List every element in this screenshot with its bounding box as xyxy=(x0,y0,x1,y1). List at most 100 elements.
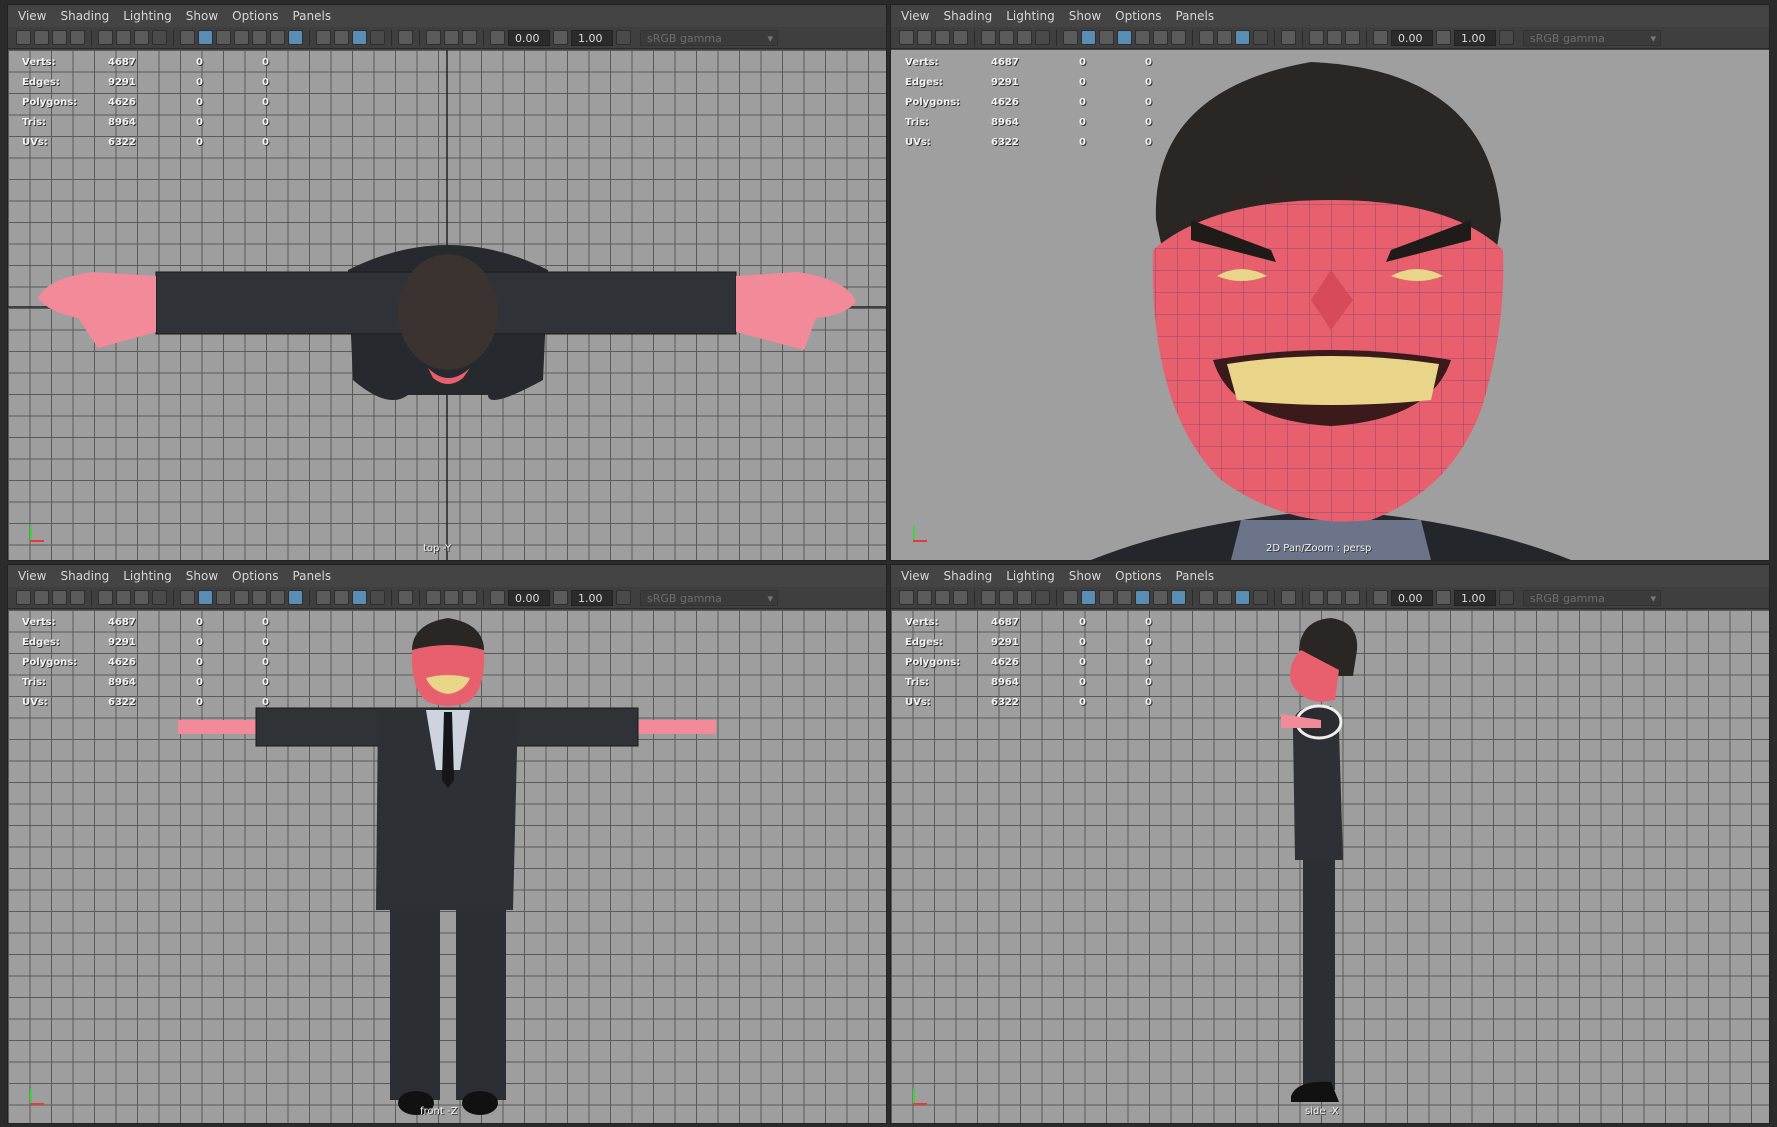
smooth-shade-icon[interactable] xyxy=(1081,30,1096,45)
menu-view[interactable]: View xyxy=(18,9,46,23)
menu-options[interactable]: Options xyxy=(1115,9,1161,23)
menu-lighting[interactable]: Lighting xyxy=(1006,569,1055,583)
light-icon[interactable] xyxy=(1153,30,1168,45)
menu-lighting[interactable]: Lighting xyxy=(123,569,172,583)
resolution-gate-icon[interactable] xyxy=(134,590,149,605)
default-material-icon[interactable] xyxy=(1099,30,1114,45)
film-gate-icon[interactable] xyxy=(999,30,1014,45)
exposure-field[interactable]: 0.00 xyxy=(508,29,550,46)
menu-lighting[interactable]: Lighting xyxy=(123,9,172,23)
menu-show[interactable]: Show xyxy=(186,9,218,23)
panel-top[interactable]: View Shading Lighting Show Options Panel… xyxy=(7,4,887,561)
grid-icon[interactable] xyxy=(981,590,996,605)
texture-icon[interactable] xyxy=(1135,590,1150,605)
camera-attributes-icon[interactable] xyxy=(34,590,49,605)
xray-joints-icon[interactable] xyxy=(370,30,385,45)
menu-view[interactable]: View xyxy=(18,569,46,583)
safe-action-icon[interactable] xyxy=(462,30,477,45)
xray-joints-icon[interactable] xyxy=(370,590,385,605)
viewport-top[interactable]: Verts: 4687 0 0 Edges: 9291 0 0 Polygons: 4626 0… xyxy=(8,50,886,560)
motion-blur-icon[interactable] xyxy=(1217,30,1232,45)
camera-attributes-icon[interactable] xyxy=(917,590,932,605)
view-transform-select[interactable]: sRGB gamma xyxy=(1523,589,1661,607)
menu-show[interactable]: Show xyxy=(186,569,218,583)
wireframe-on-shaded-icon[interactable] xyxy=(1117,30,1132,45)
gate-mask-icon[interactable] xyxy=(1035,590,1050,605)
camera-mask-icon[interactable] xyxy=(426,30,441,45)
texture-icon[interactable] xyxy=(252,590,267,605)
exposure-icon[interactable] xyxy=(1373,30,1388,45)
film-gate-icon[interactable] xyxy=(999,590,1014,605)
gamma-field[interactable]: 1.00 xyxy=(1454,29,1496,46)
motion-blur-icon[interactable] xyxy=(1217,590,1232,605)
xray-joints-icon[interactable] xyxy=(1253,590,1268,605)
gate-mask-icon[interactable] xyxy=(152,590,167,605)
menu-panels[interactable]: Panels xyxy=(292,9,331,23)
image-plane-icon[interactable] xyxy=(70,590,85,605)
color-management-icon[interactable] xyxy=(1499,30,1514,45)
gamma-field[interactable]: 1.00 xyxy=(571,29,613,46)
ambient-occlusion-icon[interactable] xyxy=(1199,590,1214,605)
view-transform-select[interactable]: sRGB gamma xyxy=(640,589,778,607)
shadow-icon[interactable] xyxy=(1171,30,1186,45)
resolution-gate-icon[interactable] xyxy=(1017,590,1032,605)
ambient-occlusion-icon[interactable] xyxy=(316,30,331,45)
camera-icon[interactable] xyxy=(16,590,31,605)
motion-blur-icon[interactable] xyxy=(334,590,349,605)
shadow-icon[interactable] xyxy=(288,590,303,605)
grid-icon[interactable] xyxy=(981,30,996,45)
default-material-icon[interactable] xyxy=(216,590,231,605)
panel-side[interactable]: View Shading Lighting Show Options Panel… xyxy=(890,564,1770,1124)
resolution-gate-icon[interactable] xyxy=(134,30,149,45)
color-management-icon[interactable] xyxy=(616,590,631,605)
exposure-icon[interactable] xyxy=(490,590,505,605)
menu-lighting[interactable]: Lighting xyxy=(1006,9,1055,23)
smooth-shade-icon[interactable] xyxy=(198,30,213,45)
menu-view[interactable]: View xyxy=(901,569,929,583)
safe-action-icon[interactable] xyxy=(1345,590,1360,605)
wireframe-on-shaded-icon[interactable] xyxy=(1117,590,1132,605)
image-plane-icon[interactable] xyxy=(70,30,85,45)
default-material-icon[interactable] xyxy=(216,30,231,45)
exposure-field[interactable]: 0.00 xyxy=(1391,589,1433,606)
film-gate-icon[interactable] xyxy=(116,30,131,45)
film-gate-icon[interactable] xyxy=(116,590,131,605)
camera-mask-icon[interactable] xyxy=(1309,590,1324,605)
viewport-persp[interactable]: Verts: 4687 0 0 Edges: 9291 0 0 Polygons: 4626 0… xyxy=(891,50,1769,560)
bookmark-icon[interactable] xyxy=(935,30,950,45)
field-chart-icon[interactable] xyxy=(444,30,459,45)
isolate-icon[interactable] xyxy=(398,30,413,45)
menu-show[interactable]: Show xyxy=(1069,569,1101,583)
grid-icon[interactable] xyxy=(98,30,113,45)
isolate-icon[interactable] xyxy=(1281,590,1296,605)
menu-panels[interactable]: Panels xyxy=(292,569,331,583)
camera-icon[interactable] xyxy=(899,590,914,605)
gamma-field[interactable]: 1.00 xyxy=(1454,589,1496,606)
gamma-icon[interactable] xyxy=(1436,30,1451,45)
bookmark-icon[interactable] xyxy=(52,30,67,45)
camera-icon[interactable] xyxy=(899,30,914,45)
menu-shading[interactable]: Shading xyxy=(60,9,109,23)
menu-show[interactable]: Show xyxy=(1069,9,1101,23)
exposure-field[interactable]: 0.00 xyxy=(1391,29,1433,46)
camera-mask-icon[interactable] xyxy=(426,590,441,605)
view-transform-select[interactable]: sRGB gamma xyxy=(1523,29,1661,47)
menu-options[interactable]: Options xyxy=(1115,569,1161,583)
field-chart-icon[interactable] xyxy=(1327,590,1342,605)
safe-action-icon[interactable] xyxy=(1345,30,1360,45)
menu-view[interactable]: View xyxy=(901,9,929,23)
color-management-icon[interactable] xyxy=(616,30,631,45)
image-plane-icon[interactable] xyxy=(953,30,968,45)
xray-icon[interactable] xyxy=(352,590,367,605)
xray-joints-icon[interactable] xyxy=(1253,30,1268,45)
light-icon[interactable] xyxy=(270,590,285,605)
menu-shading[interactable]: Shading xyxy=(60,569,109,583)
light-icon[interactable] xyxy=(270,30,285,45)
ambient-occlusion-icon[interactable] xyxy=(316,590,331,605)
camera-attributes-icon[interactable] xyxy=(917,30,932,45)
shadow-icon[interactable] xyxy=(1171,590,1186,605)
xray-icon[interactable] xyxy=(1235,30,1250,45)
wireframe-icon[interactable] xyxy=(1063,590,1078,605)
resolution-gate-icon[interactable] xyxy=(1017,30,1032,45)
safe-action-icon[interactable] xyxy=(462,590,477,605)
